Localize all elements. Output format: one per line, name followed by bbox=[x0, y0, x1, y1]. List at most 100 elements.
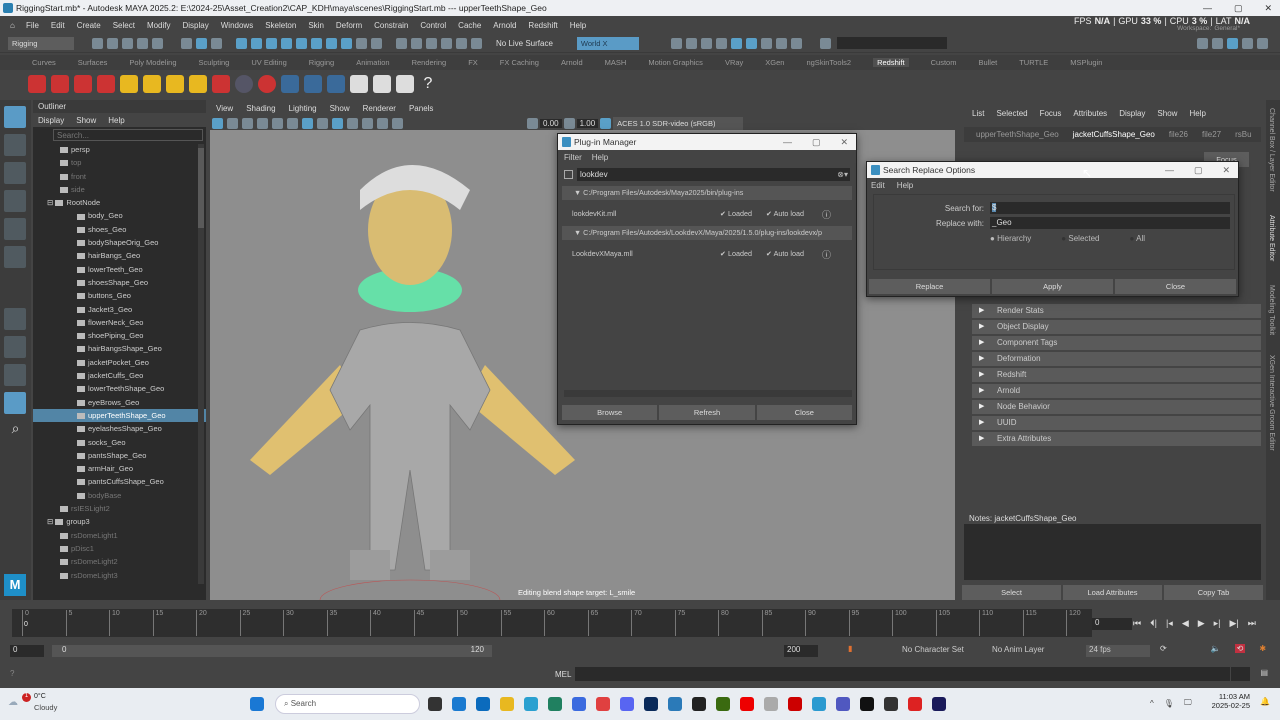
loaded-checkbox[interactable]: ✔ Loaded bbox=[720, 249, 752, 258]
outliner-item[interactable]: shoesShape_Geo bbox=[33, 276, 206, 289]
vp-menu-show[interactable]: Show bbox=[330, 104, 350, 113]
camera-icon[interactable] bbox=[242, 117, 253, 129]
ae-section[interactable]: Deformation bbox=[972, 352, 1261, 366]
ae-menu-focus[interactable]: Focus bbox=[1040, 109, 1062, 118]
expand-toggle-icon[interactable]: ⊟ bbox=[47, 198, 55, 207]
outliner-item[interactable]: buttons_Geo bbox=[33, 289, 206, 302]
outliner-item[interactable]: shoePiping_Geo bbox=[33, 329, 206, 342]
outliner-item[interactable]: ⊟ RootNode bbox=[33, 196, 206, 209]
outliner-item[interactable]: jacketPocket_Geo bbox=[33, 356, 206, 369]
sound-icon[interactable]: 🔈 bbox=[1211, 644, 1221, 653]
lock-icon[interactable] bbox=[356, 37, 367, 49]
exposure-icon[interactable] bbox=[527, 117, 538, 129]
channel-box-icon[interactable] bbox=[1242, 38, 1253, 49]
plugin-path-group[interactable]: ▼ C:/Program Files/Autodesk/LookdevX/May… bbox=[562, 226, 852, 240]
menu-redshift[interactable]: Redshift bbox=[528, 21, 557, 30]
taskbar-app-icon[interactable] bbox=[500, 697, 514, 711]
rs-light-icon[interactable] bbox=[189, 75, 207, 93]
shelf-tab[interactable]: TURTLE bbox=[1019, 58, 1048, 67]
range-slider[interactable]: 0 120 bbox=[52, 645, 492, 657]
plugin-path-group[interactable]: ▼ C:/Program Files/Autodesk/Maya2025/bin… bbox=[562, 186, 852, 200]
sr-close-button[interactable]: Close bbox=[1115, 279, 1236, 294]
world-space-select[interactable]: World X bbox=[576, 36, 639, 50]
mode-select[interactable]: Rigging bbox=[8, 36, 74, 50]
shelf-tab[interactable]: Arnold bbox=[561, 58, 583, 67]
isolate-icon[interactable] bbox=[392, 117, 403, 129]
plugin-filter-input[interactable]: lookdev ⊗▾ bbox=[577, 168, 850, 181]
rotate-tool-icon[interactable] bbox=[4, 218, 26, 240]
autoload-checkbox[interactable]: ✔ Auto load bbox=[766, 249, 804, 258]
shelf-tab[interactable]: XGen bbox=[765, 58, 784, 67]
taskbar-app-icon[interactable] bbox=[788, 697, 802, 711]
lasso-tool-icon[interactable] bbox=[4, 134, 26, 156]
rs-render-icon[interactable] bbox=[28, 75, 46, 93]
open-scene-icon[interactable] bbox=[107, 37, 118, 49]
gamma-field[interactable]: 1.00 bbox=[576, 118, 599, 128]
taskbar-app-icon[interactable] bbox=[620, 697, 634, 711]
ae-menu-attributes[interactable]: Attributes bbox=[1073, 109, 1107, 118]
taskbar-app-icon[interactable] bbox=[716, 697, 730, 711]
magnet-icon[interactable] bbox=[456, 37, 467, 49]
render-sequence-icon[interactable] bbox=[685, 37, 697, 49]
ae-section[interactable]: Render Stats bbox=[972, 304, 1261, 318]
outliner-item[interactable]: socks_Geo bbox=[33, 436, 206, 449]
sr-menu-edit[interactable]: Edit bbox=[871, 181, 885, 190]
maximize-icon[interactable]: ▢ bbox=[1234, 0, 1243, 16]
notification-icon[interactable]: 🔔 bbox=[1260, 697, 1270, 706]
ae-tab[interactable]: rsBu bbox=[1235, 130, 1251, 139]
plugin-hscrollbar[interactable] bbox=[564, 390, 852, 397]
exposure-field[interactable]: 0.00 bbox=[540, 118, 562, 128]
expand-toggle-icon[interactable]: ⊟ bbox=[47, 517, 55, 526]
go-end-icon[interactable]: ⏭ bbox=[1248, 618, 1256, 629]
apply-button[interactable]: Apply bbox=[992, 279, 1113, 294]
outliner-item[interactable]: rsDomeLight3 bbox=[33, 569, 206, 582]
menu-skeleton[interactable]: Skeleton bbox=[265, 21, 296, 30]
rs-mesh-icon[interactable] bbox=[212, 75, 230, 93]
autoload-checkbox[interactable]: ✔ Auto load bbox=[766, 209, 804, 218]
camera-icon[interactable] bbox=[212, 117, 223, 129]
paint-select-icon[interactable] bbox=[4, 162, 26, 184]
ae-menu-help[interactable]: Help bbox=[1189, 109, 1205, 118]
vp-menu-renderer[interactable]: Renderer bbox=[363, 104, 396, 113]
outliner-item[interactable]: ⊟ group3 bbox=[33, 515, 206, 528]
ae-menu-list[interactable]: List bbox=[972, 109, 984, 118]
outliner-item[interactable]: pantsCuffsShape_Geo bbox=[33, 475, 206, 488]
search-icon[interactable]: ⌕ bbox=[0, 420, 31, 437]
copy-tab-button[interactable]: Copy Tab bbox=[1164, 585, 1263, 600]
textured-icon[interactable] bbox=[332, 117, 343, 129]
taskbar-app-icon[interactable] bbox=[452, 697, 466, 711]
rs-settings-icon[interactable] bbox=[97, 75, 115, 93]
outliner-menu-display[interactable]: Display bbox=[38, 116, 64, 125]
taskbar-app-icon[interactable] bbox=[812, 697, 826, 711]
outliner-menu-show[interactable]: Show bbox=[76, 116, 96, 125]
input-line[interactable] bbox=[836, 37, 947, 49]
grid-icon[interactable] bbox=[272, 117, 283, 129]
menu-deform[interactable]: Deform bbox=[336, 21, 362, 30]
outliner-item[interactable]: side bbox=[33, 183, 206, 196]
shelf-tab[interactable]: UV Editing bbox=[251, 58, 286, 67]
rs-icon[interactable] bbox=[775, 37, 787, 49]
taskbar-app-icon[interactable] bbox=[572, 697, 586, 711]
step-back-key-icon[interactable]: ⏴| bbox=[1150, 618, 1157, 629]
ipr-icon[interactable] bbox=[700, 37, 712, 49]
menu-display[interactable]: Display bbox=[183, 21, 209, 30]
plugin-menu-help[interactable]: Help bbox=[592, 153, 608, 162]
rs-tool-icon[interactable] bbox=[373, 75, 391, 93]
magnet-icon[interactable] bbox=[411, 37, 422, 49]
rs-light-icon[interactable] bbox=[143, 75, 161, 93]
anim-layer-select[interactable]: No Anim Layer bbox=[992, 645, 1044, 654]
loaded-checkbox[interactable]: ✔ Loaded bbox=[720, 209, 752, 218]
snap-vertex-icon[interactable] bbox=[311, 37, 322, 49]
menu-create[interactable]: Create bbox=[77, 21, 101, 30]
sidebar-toggle-icon[interactable] bbox=[1197, 38, 1208, 49]
taskbar-app-icon[interactable] bbox=[836, 697, 850, 711]
ae-tab-active[interactable]: jacketCuffsShape_Geo bbox=[1073, 130, 1155, 139]
auto-key-icon[interactable]: ⟲ bbox=[1234, 644, 1246, 653]
shelf-tab[interactable]: MSPlugin bbox=[1070, 58, 1102, 67]
shelf-tab[interactable]: Curves bbox=[32, 58, 56, 67]
end-time-field[interactable]: 200 bbox=[784, 645, 818, 657]
plugin-close-button[interactable]: Close bbox=[756, 405, 852, 420]
outliner-scrollbar[interactable] bbox=[198, 144, 204, 584]
shelf-tab-redshift[interactable]: Redshift bbox=[873, 58, 909, 67]
new-scene-icon[interactable] bbox=[92, 37, 103, 49]
